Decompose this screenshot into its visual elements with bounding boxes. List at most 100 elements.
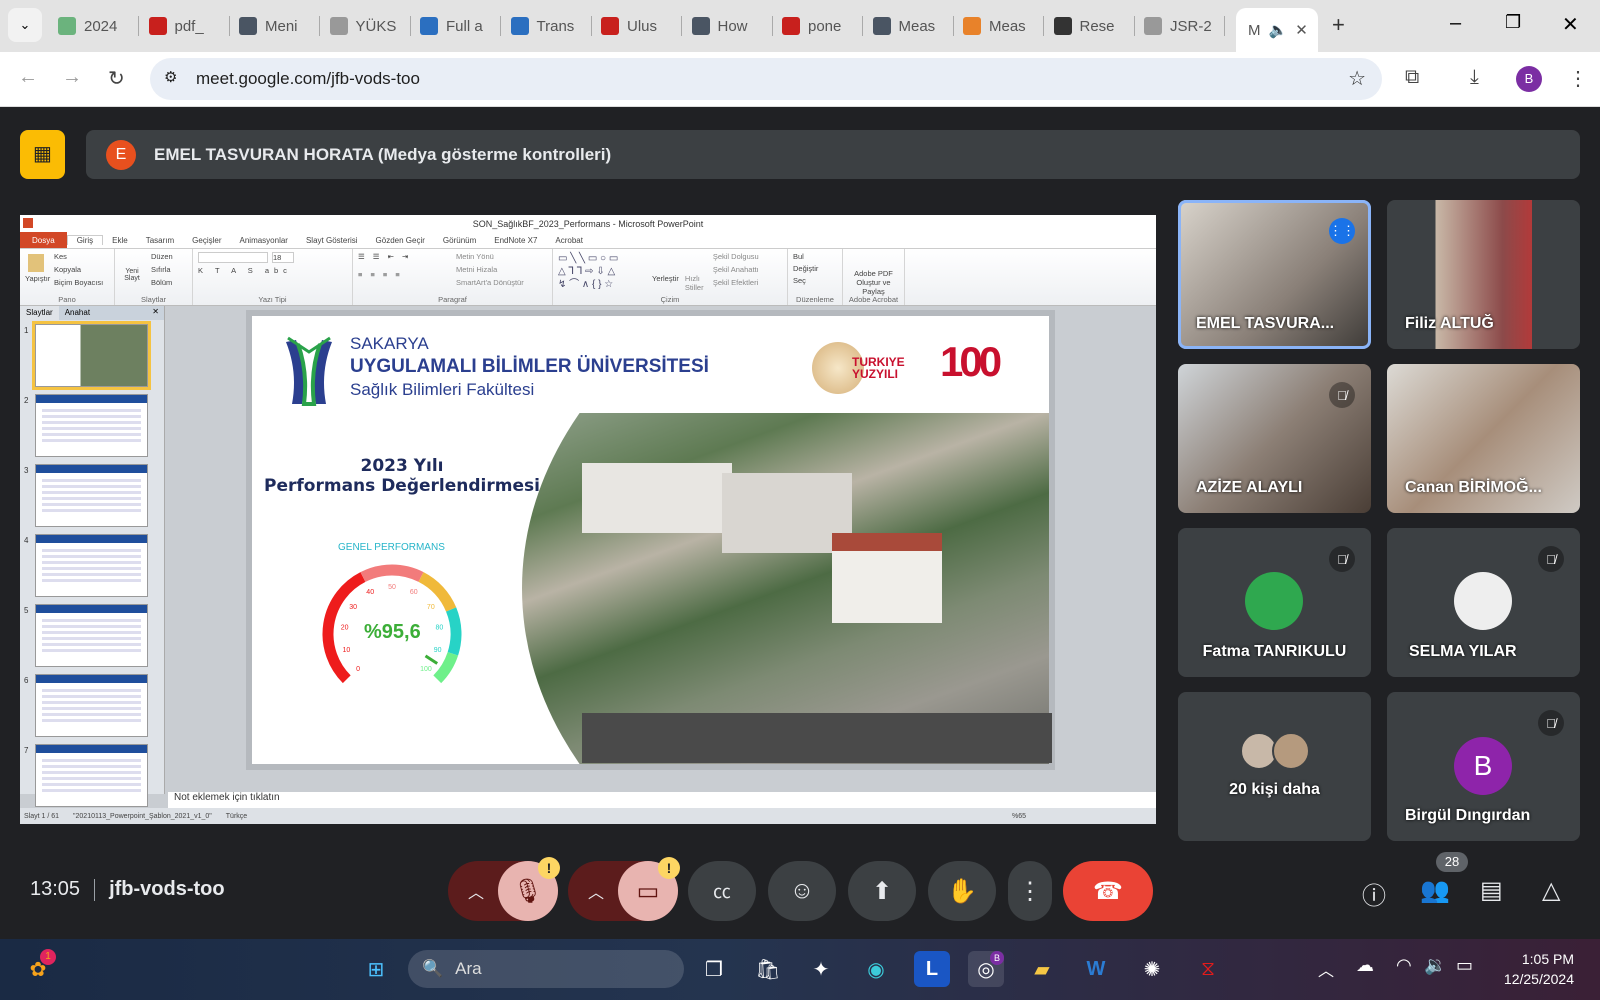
wifi-icon[interactable]: ◠: [1396, 955, 1412, 976]
chrome-icon[interactable]: ◎ B: [968, 951, 1004, 987]
ribbon-tab[interactable]: Tasarım: [137, 236, 183, 245]
format-painter-button[interactable]: Biçim Boyacısı: [54, 278, 103, 287]
paste-button[interactable]: Yapıştır: [25, 274, 50, 283]
language[interactable]: Türkçe: [226, 813, 247, 820]
slide-thumbnail[interactable]: [35, 464, 148, 527]
reset-button[interactable]: Sıfırla: [151, 265, 173, 274]
leave-call-button[interactable]: ☎: [1063, 861, 1153, 921]
zoom-level[interactable]: %65: [1012, 813, 1026, 820]
browser-tab[interactable]: pdf_: [148, 10, 204, 42]
meeting-details-icon[interactable]: ⓘ: [1362, 876, 1386, 911]
forward-icon[interactable]: →: [62, 66, 82, 89]
battery-icon[interactable]: ▭: [1456, 955, 1473, 976]
section-button[interactable]: Bölüm: [151, 278, 173, 287]
copy-button[interactable]: Kopyala: [54, 265, 103, 274]
acrobat-icon[interactable]: ⧖: [1190, 951, 1226, 987]
font-name-input[interactable]: [198, 252, 268, 263]
close-window-button[interactable]: ✕: [1562, 12, 1579, 37]
ribbon-tab[interactable]: Dosya: [20, 232, 67, 248]
layout-button[interactable]: Düzen: [151, 252, 173, 261]
task-view-icon[interactable]: ❐: [696, 951, 732, 987]
participant-tile[interactable]: B 🎙̸ Birgül Dıngırdan: [1387, 692, 1580, 841]
tab-google-meet[interactable]: M 🔈 ✕: [1236, 8, 1318, 52]
ribbon-tab[interactable]: Ekle: [103, 236, 137, 245]
browser-tab[interactable]: Trans: [510, 10, 574, 42]
camera-toggle-button[interactable]: ▭!: [618, 857, 680, 921]
slide-thumbnail[interactable]: [35, 674, 148, 737]
participant-tile[interactable]: 20 kişi daha: [1178, 692, 1371, 841]
onedrive-icon[interactable]: ☁: [1356, 955, 1374, 976]
close-pane-icon[interactable]: ✕: [147, 306, 164, 320]
browser-tab[interactable]: pone: [782, 10, 841, 42]
shape-effects-button[interactable]: Şekil Efektleri: [713, 278, 759, 287]
pane-tab-slides[interactable]: Slaytlar: [20, 306, 59, 320]
reload-icon[interactable]: ↻: [108, 66, 125, 91]
notes-pane[interactable]: Not eklemek için tıklatın: [168, 792, 1156, 808]
shape-fill-button[interactable]: Şekil Dolgusu: [713, 252, 759, 261]
participant-tile[interactable]: Filiz ALTUĞ: [1387, 200, 1580, 349]
minimize-button[interactable]: –: [1450, 12, 1461, 35]
slide-thumbnail[interactable]: [35, 324, 148, 387]
browser-tab[interactable]: Meni: [239, 10, 298, 42]
browser-tab[interactable]: How: [691, 10, 748, 42]
participant-tile[interactable]: ⋮⋮ EMEL TASVURA...: [1178, 200, 1371, 349]
create-pdf-button[interactable]: Adobe PDF Oluştur ve Paylaş: [848, 269, 899, 296]
ribbon-tab[interactable]: Görünüm: [434, 236, 485, 245]
copilot-icon[interactable]: ✦: [803, 951, 839, 987]
site-info-icon[interactable]: ⚙: [164, 68, 177, 86]
close-tab-icon[interactable]: ✕: [1295, 21, 1308, 39]
activities-icon[interactable]: △: [1542, 876, 1560, 905]
tray-overflow-icon[interactable]: ︿: [1318, 957, 1334, 981]
l-app-icon[interactable]: L: [914, 951, 950, 987]
replace-button[interactable]: Değiştir: [793, 264, 837, 273]
url-bar[interactable]: ⚙ meet.google.com/jfb-vods-too ☆: [150, 58, 1382, 100]
participant-tile[interactable]: Canan BİRİMOĞ...: [1387, 364, 1580, 513]
extensions-icon[interactable]: ⧉: [1405, 66, 1419, 89]
slide-1[interactable]: SAKARYA UYGULAMALI BİLİMLER ÜNİVERSİTESİ…: [252, 316, 1052, 764]
restore-button[interactable]: ❐: [1505, 12, 1521, 33]
slide-thumbnail[interactable]: [35, 604, 148, 667]
cut-button[interactable]: Kes: [54, 252, 103, 261]
pane-tab-outline[interactable]: Anahat: [59, 306, 96, 320]
chatgpt-icon[interactable]: ✺: [1134, 951, 1170, 987]
browser-tab[interactable]: 2024: [58, 10, 117, 42]
browser-tab[interactable]: YÜKS: [329, 10, 396, 42]
ribbon-tab[interactable]: Acrobat: [546, 236, 592, 245]
text-direction-button[interactable]: Metin Yönü: [456, 252, 524, 261]
select-button[interactable]: Seç: [793, 276, 837, 285]
volume-icon[interactable]: 🔉: [1424, 955, 1446, 976]
ribbon-tab[interactable]: Giriş: [66, 235, 104, 245]
widgets-icon[interactable]: ✿ 1: [20, 949, 56, 987]
ribbon-tab[interactable]: EndNote X7: [485, 236, 546, 245]
stop-presenting-button[interactable]: ▦: [20, 130, 65, 179]
slide-thumbnail[interactable]: [35, 534, 148, 597]
participant-tile[interactable]: 🎙̸ AZİZE ALAYLI: [1178, 364, 1371, 513]
participant-tile[interactable]: 🎙̸ Fatma TANRIKULU: [1178, 528, 1371, 677]
download-icon[interactable]: ⤓: [1470, 66, 1479, 89]
ribbon-tab[interactable]: Animasyonlar: [231, 236, 297, 245]
browser-tab[interactable]: Ulus: [601, 10, 657, 42]
bookmark-star-icon[interactable]: ☆: [1348, 66, 1366, 91]
emoji-button[interactable]: ☺: [768, 861, 836, 921]
browser-tab[interactable]: Meas: [963, 10, 1026, 42]
ribbon-tab[interactable]: Slayt Gösterisi: [297, 236, 367, 245]
menu-icon[interactable]: ⋮: [1568, 66, 1588, 91]
clock[interactable]: 1:05 PM 12/25/2024: [1478, 949, 1574, 989]
participant-tile[interactable]: 🎙̸ SELMA YILAR: [1387, 528, 1580, 677]
browser-tab[interactable]: JSR-2: [1144, 10, 1212, 42]
browser-tab[interactable]: Full a: [420, 10, 483, 42]
chat-icon[interactable]: ▤: [1480, 876, 1503, 905]
taskbar-search[interactable]: 🔍 Ara: [408, 950, 684, 988]
edge-icon[interactable]: ◉: [858, 951, 894, 987]
tab-search-button[interactable]: ⌄: [8, 8, 42, 42]
slide-thumbnail[interactable]: [35, 394, 148, 457]
mic-toggle-button[interactable]: 🎙!: [498, 857, 560, 921]
word-icon[interactable]: W: [1078, 951, 1114, 987]
smartart-button[interactable]: SmartArt'a Dönüştür: [456, 278, 524, 287]
browser-tab[interactable]: Meas: [872, 10, 935, 42]
profile-avatar[interactable]: B: [1516, 66, 1542, 92]
ribbon-tab[interactable]: Geçişler: [183, 236, 230, 245]
start-icon[interactable]: ⊞: [358, 951, 394, 987]
ribbon-tab[interactable]: Gözden Geçir: [367, 236, 434, 245]
people-icon[interactable]: 👥: [1420, 876, 1450, 905]
